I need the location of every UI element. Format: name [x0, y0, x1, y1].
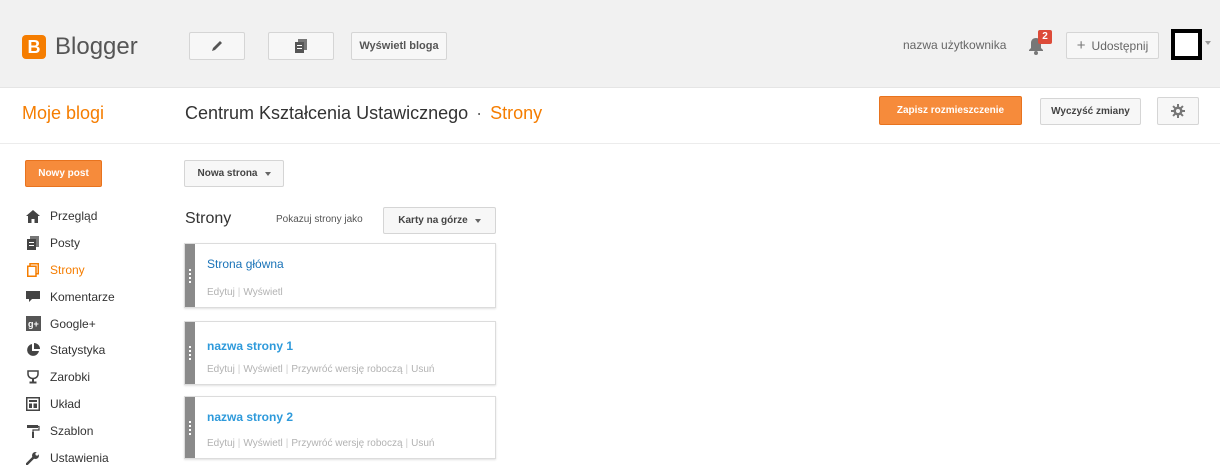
- svg-text:g+: g+: [28, 319, 39, 329]
- revert-draft-link[interactable]: Przywróć wersję roboczą: [291, 364, 402, 375]
- share-label: Udostępnij: [1091, 38, 1149, 53]
- revert-draft-link[interactable]: Przywróć wersję roboczą: [291, 438, 402, 449]
- settings-button[interactable]: [1157, 97, 1199, 125]
- page-card-1: nazwa strony 1 Edytuj | Wyświetl | Przywróć …: [184, 321, 496, 385]
- chevron-down-icon: [474, 218, 481, 223]
- view-link[interactable]: Wyświetl: [243, 364, 282, 375]
- pencil-icon: [212, 41, 222, 51]
- view-link[interactable]: Wyświetl: [243, 438, 282, 449]
- notification-badge: 2: [1038, 30, 1052, 44]
- page-actions: Edytuj | Wyświetl: [207, 287, 283, 298]
- divider: [0, 143, 1220, 144]
- username[interactable]: nazwa użytkownika: [903, 38, 1006, 52]
- plus-icon: +: [1076, 37, 1086, 54]
- comment-icon: [25, 289, 41, 305]
- section-title: Strony: [185, 210, 232, 227]
- sidebar-item-label: Posty: [50, 236, 81, 251]
- view-link[interactable]: Wyświetl: [243, 287, 282, 298]
- new-page-label: Nowa strona: [197, 168, 258, 179]
- sidebar-item-label: Google+: [50, 316, 96, 331]
- sidebar-item-label: Statystyka: [50, 343, 106, 358]
- sidebar-item-posts[interactable]: Posty: [25, 230, 115, 257]
- pie-chart-icon: [25, 342, 41, 358]
- sidebar-item-overview[interactable]: Przegląd: [25, 203, 115, 230]
- wrench-icon: [25, 450, 41, 466]
- sidebar-item-label: Przegląd: [50, 209, 98, 224]
- grip-icon: [189, 346, 191, 360]
- sidebar-item-earnings[interactable]: Zarobki: [25, 364, 115, 391]
- show-pages-as-value: Karty na górze: [398, 215, 468, 226]
- grip-icon: [189, 420, 191, 435]
- page-title: Centrum Kształcenia Ustawicznego · Strony: [185, 103, 542, 124]
- page-name-link[interactable]: nazwa strony 1: [207, 339, 293, 353]
- sidebar-nav: Przegląd Posty Strony Komentarze g+ Goog…: [25, 203, 115, 471]
- avatar[interactable]: [1171, 29, 1202, 60]
- show-pages-as-select[interactable]: Karty na górze: [383, 207, 496, 234]
- drag-handle[interactable]: [185, 397, 195, 458]
- sidebar-item-label: Komentarze: [50, 289, 115, 304]
- sidebar-item-stats[interactable]: Statystyka: [25, 337, 115, 364]
- page-actions: Edytuj | Wyświetl | Przywróć wersję roboczą |…: [207, 438, 435, 449]
- sidebar-item-label: Zarobki: [50, 370, 91, 385]
- new-post-button[interactable]: Nowy post: [25, 160, 102, 187]
- sidebar-item-pages[interactable]: Strony: [25, 257, 115, 284]
- posts-icon: [25, 235, 41, 251]
- page-actions: Edytuj | Wyświetl | Przywróć wersję roboczą |…: [207, 364, 435, 375]
- view-blog-button[interactable]: Wyświetl bloga: [351, 32, 447, 60]
- clear-changes-button[interactable]: Wyczyść zmiany: [1040, 98, 1141, 125]
- pages-button[interactable]: [268, 32, 334, 60]
- sidebar-item-comments[interactable]: Komentarze: [25, 283, 115, 310]
- edit-link[interactable]: Edytuj: [207, 287, 235, 298]
- edit-link[interactable]: Edytuj: [207, 364, 235, 375]
- top-bar: B Blogger Wyświetl bloga nazwa użytkowni…: [0, 0, 1220, 88]
- delete-link[interactable]: Usuń: [411, 364, 434, 375]
- title-separator: ·: [476, 103, 483, 123]
- sidebar-item-label: Szablon: [50, 423, 94, 438]
- sidebar-item-label: Ustawienia: [50, 450, 109, 465]
- new-post-pencil-button[interactable]: [189, 32, 245, 60]
- sidebar-item-layout[interactable]: Układ: [25, 391, 115, 418]
- page-card-home: Strona główna Edytuj | Wyświetl: [184, 243, 496, 308]
- blog-name: Centrum Kształcenia Ustawicznego: [185, 103, 469, 123]
- sidebar-item-label: Strony: [50, 262, 85, 277]
- sidebar-item-label: Układ: [50, 396, 81, 411]
- grip-icon: [189, 268, 191, 283]
- blogger-logo-icon: B: [22, 35, 46, 59]
- document-icon: [295, 39, 307, 53]
- gear-icon: [1171, 104, 1185, 118]
- section-name: Strony: [490, 103, 543, 123]
- share-button[interactable]: + Udostępnij: [1066, 32, 1159, 59]
- google-plus-icon: g+: [25, 316, 41, 332]
- page-name-link[interactable]: nazwa strony 2: [207, 410, 293, 424]
- sidebar-item-settings[interactable]: Ustawienia: [25, 444, 115, 471]
- sidebar-item-template[interactable]: Szablon: [25, 417, 115, 444]
- new-page-button[interactable]: Nowa strona: [184, 160, 284, 187]
- drag-handle[interactable]: [185, 244, 195, 307]
- blogger-logo[interactable]: B Blogger: [22, 33, 138, 61]
- trophy-icon: [25, 369, 41, 385]
- pages-icon: [25, 262, 41, 278]
- chevron-down-icon[interactable]: [1205, 41, 1211, 45]
- delete-link[interactable]: Usuń: [411, 438, 434, 449]
- save-layout-button[interactable]: Zapisz rozmieszczenie: [879, 96, 1022, 125]
- show-pages-as-label: Pokazuj strony jako: [276, 214, 363, 225]
- page-card-2: nazwa strony 2 Edytuj | Wyświetl | Przywróć …: [184, 396, 496, 459]
- drag-handle[interactable]: [185, 322, 195, 384]
- chevron-down-icon: [264, 171, 271, 176]
- my-blogs-link[interactable]: Moje blogi: [22, 103, 104, 124]
- paint-roller-icon: [25, 423, 41, 439]
- layout-icon: [25, 396, 41, 412]
- sidebar-item-google-plus[interactable]: g+ Google+: [25, 310, 115, 337]
- edit-link[interactable]: Edytuj: [207, 438, 235, 449]
- page-name-link[interactable]: Strona główna: [207, 257, 284, 271]
- home-icon: [25, 208, 41, 224]
- app-name: Blogger: [55, 33, 138, 60]
